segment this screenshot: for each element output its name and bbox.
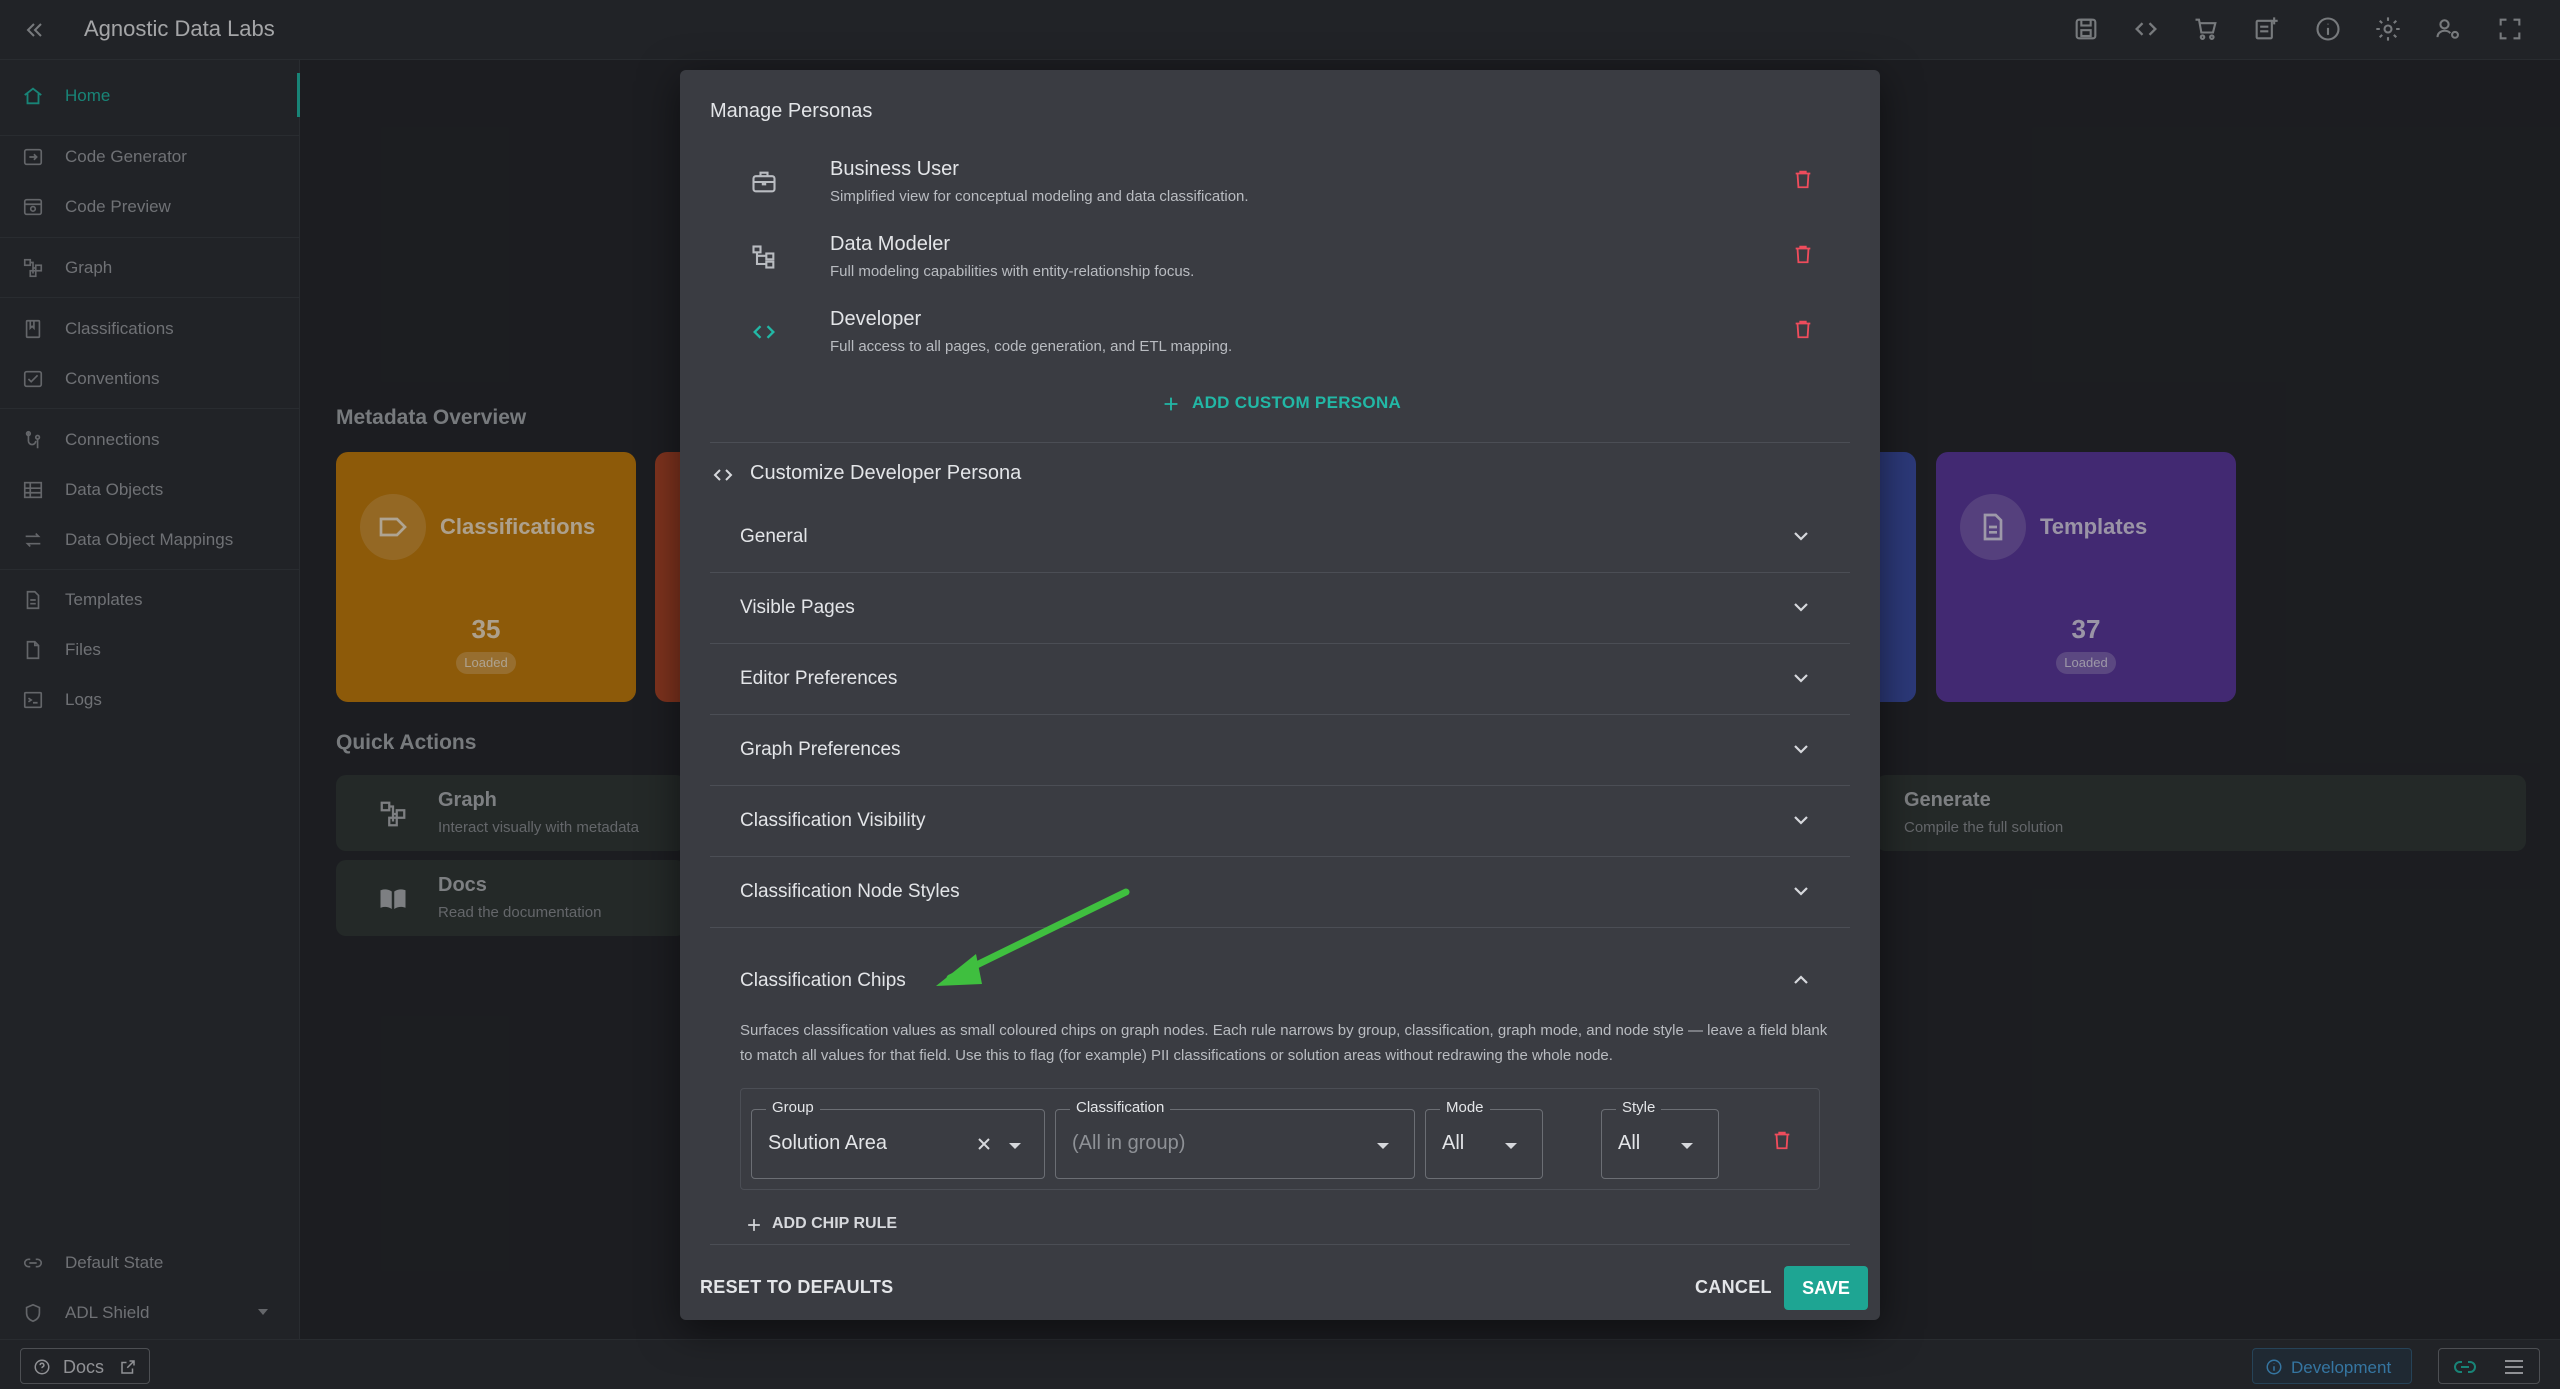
caret-down-icon xyxy=(1680,1142,1694,1150)
chevron-down-icon xyxy=(1792,885,1810,897)
code-icon xyxy=(750,318,778,346)
section-label: Editor Preferences xyxy=(740,668,898,689)
divider xyxy=(710,1244,1850,1245)
section-classification-node-styles[interactable]: Classification Node Styles xyxy=(710,857,1850,928)
section-classification-visibility[interactable]: Classification Visibility xyxy=(710,786,1850,857)
style-label: Style xyxy=(1616,1099,1662,1116)
section-editor-preferences[interactable]: Editor Preferences xyxy=(710,644,1850,715)
chevron-down-icon xyxy=(1792,814,1810,826)
plus-icon xyxy=(748,1219,760,1231)
persona-description: Full access to all pages, code generatio… xyxy=(830,338,1233,355)
annotation-arrow-icon xyxy=(936,888,1130,986)
persona-name: Data Modeler xyxy=(830,233,951,255)
reset-to-defaults-button[interactable]: RESET TO DEFAULTS xyxy=(700,1277,893,1298)
customize-persona-title: Customize Developer Persona xyxy=(750,462,1022,484)
caret-down-icon xyxy=(1376,1142,1390,1150)
cancel-button[interactable]: CANCEL xyxy=(1695,1277,1772,1298)
section-label: Classification Node Styles xyxy=(740,881,960,902)
mode-value: All xyxy=(1442,1132,1465,1154)
chevron-down-icon xyxy=(1792,672,1810,684)
persona-name: Business User xyxy=(830,158,959,180)
persona-business-user[interactable]: Business User Simplified view for concep… xyxy=(710,154,1850,224)
persona-developer[interactable]: Developer Full access to all pages, code… xyxy=(710,304,1850,374)
classification-label: Classification xyxy=(1070,1099,1171,1116)
delete-icon[interactable] xyxy=(1792,318,1814,340)
section-classification-chips[interactable]: Classification Chips xyxy=(710,946,1850,1017)
classification-placeholder: (All in group) xyxy=(1072,1132,1186,1154)
delete-icon[interactable] xyxy=(1792,168,1814,190)
briefcase-icon xyxy=(750,168,778,196)
clear-icon[interactable] xyxy=(974,1134,994,1154)
group-select[interactable]: Group Solution Area xyxy=(751,1099,1045,1179)
style-value: All xyxy=(1618,1132,1641,1154)
hierarchy-icon xyxy=(750,243,778,271)
dialog-title: Manage Personas xyxy=(710,100,873,122)
delete-icon[interactable] xyxy=(1792,243,1814,265)
group-label: Group xyxy=(766,1099,820,1116)
persona-data-modeler[interactable]: Data Modeler Full modeling capabilities … xyxy=(710,229,1850,299)
chevron-down-icon xyxy=(1792,530,1810,542)
section-general[interactable]: General xyxy=(710,502,1850,573)
persona-name: Developer xyxy=(830,308,922,330)
section-label: Classification Chips xyxy=(740,970,906,991)
chevron-down-icon xyxy=(1792,743,1810,755)
chevron-up-icon xyxy=(1792,974,1810,986)
section-label: Visible Pages xyxy=(740,597,855,618)
code-icon xyxy=(713,469,733,481)
manage-personas-dialog: Manage Personas Business User Simplified… xyxy=(680,70,1880,1320)
style-select[interactable]: Style All xyxy=(1601,1099,1719,1179)
persona-description: Simplified view for conceptual modeling … xyxy=(830,188,1249,205)
section-label: Graph Preferences xyxy=(740,739,901,760)
classification-select[interactable]: Classification (All in group) xyxy=(1055,1099,1415,1179)
section-label: General xyxy=(740,526,808,547)
caret-down-icon xyxy=(1504,1142,1518,1150)
section-graph-preferences[interactable]: Graph Preferences xyxy=(710,715,1850,786)
chevron-down-icon xyxy=(1792,601,1810,613)
chip-rule: Group Solution Area Classification (All … xyxy=(740,1088,1820,1190)
divider xyxy=(710,442,1850,443)
delete-icon[interactable] xyxy=(1771,1129,1793,1151)
mode-select[interactable]: Mode All xyxy=(1425,1099,1543,1179)
mode-label: Mode xyxy=(1440,1099,1490,1116)
add-chip-rule-label: ADD CHIP RULE xyxy=(772,1215,898,1232)
add-custom-persona-label: ADD CUSTOM PERSONA xyxy=(1192,393,1402,412)
section-label: Classification Visibility xyxy=(740,810,926,831)
save-button[interactable]: SAVE xyxy=(1784,1266,1868,1310)
group-value: Solution Area xyxy=(768,1132,887,1154)
caret-down-icon xyxy=(1008,1142,1022,1150)
chips-description: Surfaces classification values as small … xyxy=(740,1022,1828,1064)
persona-description: Full modeling capabilities with entity-r… xyxy=(830,263,1195,280)
plus-icon xyxy=(1164,397,1178,411)
section-visible-pages[interactable]: Visible Pages xyxy=(710,573,1850,644)
